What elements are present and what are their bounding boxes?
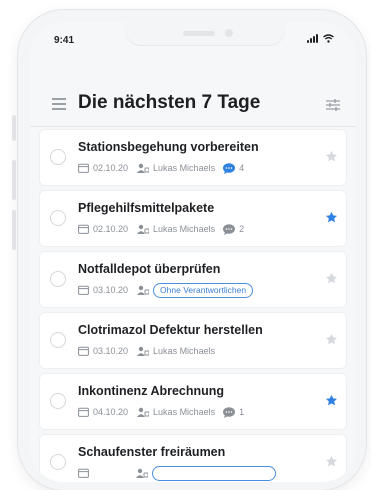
task-title: Clotrimazol Defektur herstellen bbox=[78, 323, 263, 337]
task-assignee: Lukas Michaels bbox=[153, 163, 216, 173]
speaker-grill bbox=[183, 31, 215, 36]
task-checkbox[interactable] bbox=[50, 271, 66, 287]
task-assignee: Lukas Michaels bbox=[153, 346, 216, 356]
task-date: 03.10.20 bbox=[93, 346, 129, 356]
task-date: 04.10.20 bbox=[93, 407, 129, 417]
calendar-icon bbox=[78, 285, 89, 295]
task-card[interactable]: Stationsbegehung vorbereiten 02.10.20 Lu… bbox=[40, 130, 346, 185]
assignee-icon bbox=[137, 346, 150, 356]
calendar-icon bbox=[78, 407, 89, 417]
task-assignee: Lukas Michaels bbox=[153, 224, 216, 234]
task-meta: 02.10.20 Lukas Michaels 4 bbox=[78, 161, 244, 175]
task-date: 02.10.20 bbox=[93, 224, 129, 234]
task-meta: 03.10.20 Ohne Verantwortlichen bbox=[78, 282, 254, 298]
task-meta: 02.10.20 Lukas Michaels 2 bbox=[78, 222, 244, 236]
phone-side-button-3 bbox=[12, 210, 16, 250]
task-card[interactable]: Schaufenster freiräumen bbox=[40, 435, 346, 482]
task-title: Stationsbegehung vorbereiten bbox=[78, 140, 259, 154]
task-date: 02.10.20 bbox=[93, 163, 129, 173]
task-checkbox[interactable] bbox=[50, 454, 66, 470]
star-icon[interactable] bbox=[325, 394, 338, 407]
star-icon[interactable] bbox=[325, 455, 338, 468]
star-icon[interactable] bbox=[325, 333, 338, 346]
no-assignee-badge[interactable]: Ohne Verantwortlichen bbox=[153, 282, 254, 298]
page-title: Die nächsten 7 Tage bbox=[78, 92, 261, 113]
task-title: Notfalldepot überprüfen bbox=[78, 262, 221, 276]
task-title: Inkontinenz Abrechnung bbox=[78, 384, 225, 398]
task-assignee: Lukas Michaels bbox=[153, 407, 216, 417]
task-card[interactable]: Notfalldepot überprüfen 03.10.20 Ohne Ve… bbox=[40, 252, 346, 307]
task-meta: 04.10.20 Lukas Michaels 1 bbox=[78, 405, 244, 419]
assignee-icon bbox=[137, 224, 150, 234]
calendar-icon bbox=[78, 224, 89, 234]
no-assignee-badge[interactable] bbox=[152, 465, 276, 481]
task-title: Pflegehilfsmittelpakete bbox=[78, 201, 215, 215]
header-divider bbox=[30, 126, 356, 127]
task-list: Stationsbegehung vorbereiten 02.10.20 Lu… bbox=[40, 130, 346, 482]
star-icon[interactable] bbox=[325, 150, 338, 163]
star-icon[interactable] bbox=[325, 211, 338, 224]
filter-settings-icon[interactable] bbox=[326, 99, 340, 111]
comment-icon bbox=[223, 406, 236, 418]
status-icons bbox=[307, 34, 334, 43]
comment-icon bbox=[223, 162, 236, 174]
comment-count: 1 bbox=[239, 407, 245, 417]
status-time: 9:41 bbox=[54, 35, 75, 46]
signal-icon bbox=[307, 34, 318, 43]
task-checkbox[interactable] bbox=[50, 210, 66, 226]
star-icon[interactable] bbox=[325, 272, 338, 285]
phone-screen: 9:41 Die nächsten 7 Tage Stationsbegehun… bbox=[30, 22, 356, 482]
calendar-icon bbox=[78, 346, 89, 356]
task-card[interactable]: Inkontinenz Abrechnung 04.10.20 Lukas Mi… bbox=[40, 374, 346, 429]
comment-count: 4 bbox=[239, 163, 245, 173]
task-date: 03.10.20 bbox=[93, 285, 129, 295]
phone-side-button-1 bbox=[12, 115, 16, 141]
front-camera bbox=[225, 29, 233, 37]
wifi-icon bbox=[323, 34, 334, 43]
task-meta bbox=[78, 465, 276, 481]
phone-side-button-2 bbox=[12, 160, 16, 200]
assignee-icon bbox=[137, 285, 150, 295]
task-checkbox[interactable] bbox=[50, 393, 66, 409]
app-header: Die nächsten 7 Tage bbox=[30, 84, 356, 124]
assignee-icon bbox=[137, 407, 150, 417]
task-checkbox[interactable] bbox=[50, 149, 66, 165]
phone-notch bbox=[125, 22, 285, 46]
task-card[interactable]: Clotrimazol Defektur herstellen 03.10.20… bbox=[40, 313, 346, 368]
calendar-icon bbox=[78, 163, 89, 173]
task-title: Schaufenster freiräumen bbox=[78, 445, 226, 459]
comment-count: 2 bbox=[239, 224, 245, 234]
task-meta: 03.10.20 Lukas Michaels bbox=[78, 344, 223, 358]
menu-icon[interactable] bbox=[52, 98, 66, 113]
comment-icon bbox=[223, 223, 236, 235]
task-card[interactable]: Pflegehilfsmittelpakete 02.10.20 Lukas M… bbox=[40, 191, 346, 246]
assignee-icon bbox=[137, 163, 150, 173]
task-checkbox[interactable] bbox=[50, 332, 66, 348]
